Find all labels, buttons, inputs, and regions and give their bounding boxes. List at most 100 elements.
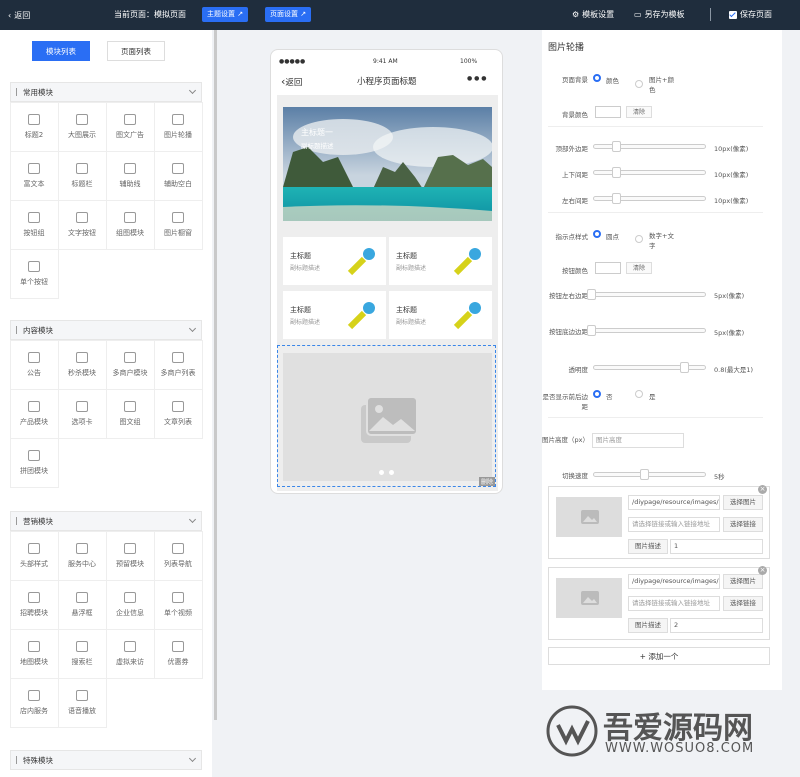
module-item[interactable]: 列表导航 [153,530,203,581]
button-lr-margin-slider[interactable] [587,289,706,300]
phone-back-button[interactable]: ‹返回 [281,75,302,88]
module-item[interactable]: 多商户列表 [153,339,203,390]
radio-color[interactable] [593,74,601,82]
module-item[interactable]: 悬浮框 [57,579,107,630]
group-header[interactable]: 营销模块 [10,511,202,531]
image-desc-input[interactable]: 1 [670,539,763,554]
radio-image-color[interactable] [635,80,643,88]
image-path-field[interactable]: /diypage/resource/images/ [628,574,720,589]
image-card[interactable]: 主标题 副标题描述 [283,237,386,285]
template-settings-button[interactable]: ⚙ 模板设置 [572,9,614,20]
module-item[interactable]: 搜索栏 [57,628,107,679]
signal-icon: ●●●●● [279,58,306,65]
group-header[interactable]: 常用模块 [10,82,202,102]
close-icon[interactable]: × [758,485,767,494]
clear-bg-color-button[interactable]: 清除 [626,106,652,118]
back-button[interactable]: ‹ 返回 [8,10,30,21]
module-item[interactable]: 多商户模块 [105,339,155,390]
image-card[interactable]: 主标题 副标题描述 [283,291,386,339]
choose-image-button[interactable]: 选择图片 [723,495,763,510]
link-field[interactable]: 请选择链接或输入链接地址 [628,517,720,532]
image-desc-input[interactable]: 2 [670,618,763,633]
module-item[interactable]: 产品模块 [9,388,59,439]
image-card[interactable]: 主标题 副标题描述 [389,291,492,339]
module-item[interactable]: 文字按钮 [57,199,107,250]
radio-yes[interactable] [635,390,643,398]
module-item[interactable]: 辅助线 [105,150,155,201]
module-item[interactable]: 地图模块 [9,628,59,679]
module-icon [28,211,40,223]
choose-image-button[interactable]: 选择图片 [723,574,763,589]
image-height-input[interactable]: 图片高度 [592,433,684,448]
image-thumbnail[interactable] [556,497,622,537]
choose-link-button[interactable]: 选择链接 [723,517,763,532]
group-header[interactable]: 特殊模块 [10,750,202,770]
module-item[interactable]: 文章列表 [153,388,203,439]
module-item[interactable]: 虚拟来访 [105,628,155,679]
close-icon[interactable]: × [758,566,767,575]
sidebar-scrollbar[interactable] [214,30,217,720]
module-item[interactable]: 辅助空白 [153,150,203,201]
module-icon [172,162,184,174]
radio-no[interactable] [593,390,601,398]
speed-slider[interactable] [593,469,706,480]
link-field[interactable]: 请选择链接或输入链接地址 [628,596,720,611]
module-item[interactable]: 招聘模块 [9,579,59,630]
module-item[interactable]: 拼团模块 [9,437,59,488]
module-icon [76,591,88,603]
group-header[interactable]: 内容模块 [10,320,202,340]
delete-button[interactable]: 删除 [478,477,495,486]
module-item[interactable]: 图片轮播 [153,101,203,152]
theme-settings-button[interactable]: 主题设置 ↗ [202,7,249,22]
image-card[interactable]: 主标题 副标题描述 [389,237,492,285]
module-item[interactable]: 优惠券 [153,628,203,679]
module-item[interactable]: 标题栏 [57,150,107,201]
button-bottom-margin-slider[interactable] [587,325,706,336]
module-item[interactable]: 图文广告 [105,101,155,152]
more-icon[interactable]: ● ● ● [467,75,487,82]
button-color-swatch[interactable] [595,262,621,274]
bg-color-swatch[interactable] [595,106,621,118]
module-item[interactable]: 单个视频 [153,579,203,630]
choose-link-button[interactable]: 选择链接 [723,596,763,611]
module-item[interactable]: 单个按钮 [9,248,59,299]
radio-number-text[interactable] [635,235,643,243]
module-item[interactable]: 图文组 [105,388,155,439]
module-item[interactable]: 服务中心 [57,530,107,581]
module-item[interactable]: 企业信息 [105,579,155,630]
module-item[interactable]: 头部样式 [9,530,59,581]
seascape-image [283,107,492,221]
horizontal-padding-slider[interactable] [593,193,706,204]
module-item[interactable]: 按钮组 [9,199,59,250]
module-item[interactable]: 秒杀模块 [57,339,107,390]
module-item[interactable]: 组图模块 [105,199,155,250]
image-thumbnail[interactable] [556,578,622,618]
module-item[interactable]: 富文本 [9,150,59,201]
module-icon [28,260,40,272]
vertical-padding-slider[interactable] [593,167,706,178]
tab-page-list[interactable]: 页面列表 [107,41,165,61]
module-item[interactable]: 标题2 [9,101,59,152]
module-item[interactable]: 大图展示 [57,101,107,152]
save-page-button[interactable]: 保存页面 [729,9,772,20]
save-as-template-button[interactable]: ▭ 另存为模板 [634,9,685,20]
checkbox-icon [729,10,737,19]
module-item[interactable]: 预留模块 [105,530,155,581]
top-margin-slider[interactable] [593,141,706,152]
module-item[interactable]: 语音播放 [57,677,107,728]
clear-button-color-button[interactable]: 清除 [626,262,652,274]
module-item[interactable]: 选项卡 [57,388,107,439]
opacity-slider[interactable] [593,362,706,373]
module-icon [124,162,136,174]
image-path-field[interactable]: /diypage/resource/images/ [628,495,720,510]
module-icon [28,351,40,363]
module-item[interactable]: 图片橱窗 [153,199,203,250]
carousel-banner[interactable]: 主标题一 副标题描述 [283,107,492,221]
tab-module-list[interactable]: 模块列表 [32,41,90,61]
add-image-button[interactable]: + 添加一个 [548,647,770,665]
module-item[interactable]: 公告 [9,339,59,390]
radio-dot[interactable] [593,230,601,238]
panel-title: 图片轮播 [548,43,585,53]
module-item[interactable]: 店内服务 [9,677,59,728]
page-settings-button[interactable]: 页面设置 ↗ [265,7,312,22]
